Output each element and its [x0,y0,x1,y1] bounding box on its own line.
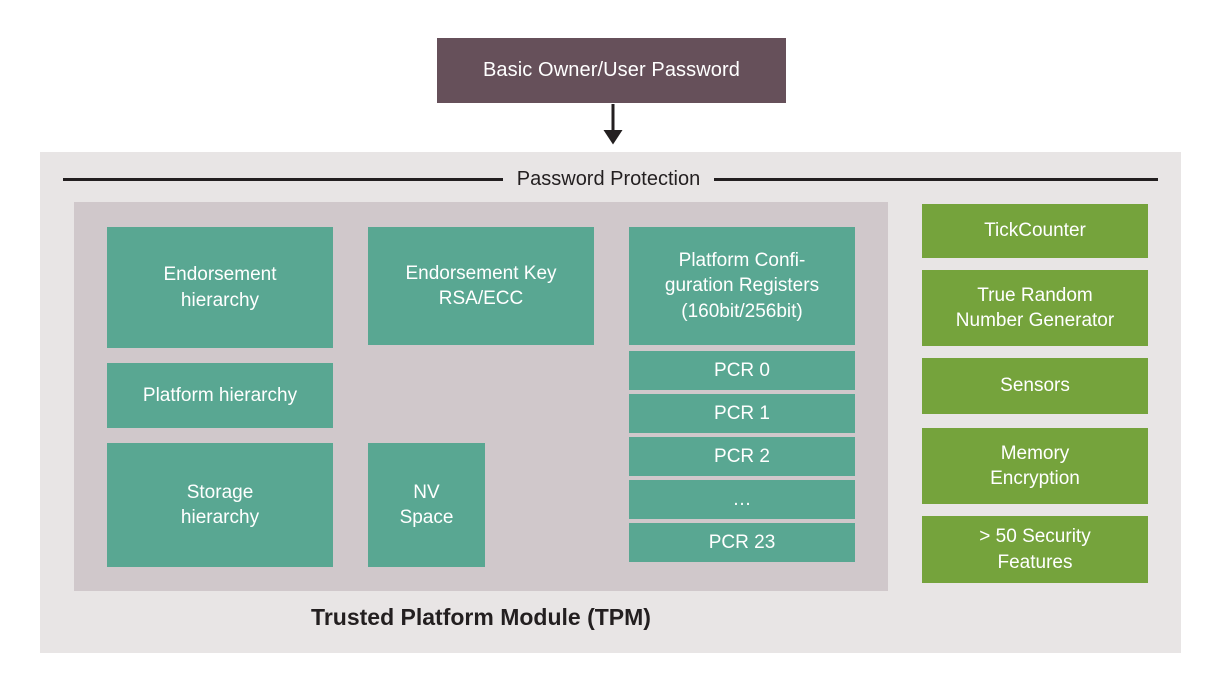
block-platform-hierarchy-text: Platform hierarchy [142,384,298,406]
basic-owner-user-password-label: Basic Owner/User Password [482,59,741,81]
block-tickcounter: TickCounter [922,204,1148,258]
block-platform-configuration-registers: Platform Confi-guration Registers (160bit… [629,227,855,345]
pcr-row-label: … [732,488,752,510]
block-50-security-features: > 50 Security Features [922,516,1148,583]
block-platform-hierarchy: Platform hierarchy [107,363,333,428]
pcr-row: PCR 0 [629,351,855,390]
pcr-row-ellipsis: … [629,480,855,519]
pcr-row-label: PCR 1 [714,402,770,424]
basic-owner-user-password-box: Basic Owner/User Password [437,38,786,103]
pcr-row-label: PCR 2 [714,445,770,467]
block-storage-hierarchy-text: Storage hierarchy [180,481,260,528]
block-storage-hierarchy: Storage hierarchy [107,443,333,567]
block-tickcounter-text: TickCounter [984,220,1086,242]
block-nv-space: NV Space [368,443,485,567]
block-50-security-features-text: > 50 Security Features [979,526,1091,573]
block-endorsement-hierarchy: Endorsement hierarchy [107,227,333,348]
password-protection-label: Password Protection [516,167,701,190]
diagram-canvas: Basic Owner/User Password Password Prote… [0,0,1220,688]
pcr-row: PCR 2 [629,437,855,476]
header-rule-left [62,177,503,181]
block-memory-encryption-text: Memory Encryption [990,442,1080,489]
pcr-row: PCR 23 [629,523,855,562]
pcr-column: Platform Confi-guration Registers (160bit… [629,227,855,567]
header-rule-right [714,177,1159,181]
pcr-row-label: PCR 23 [708,531,776,553]
block-endorsement-key-text: Endorsement Key RSA/ECC [405,262,557,309]
down-arrow-icon [599,104,627,146]
password-protection-header: Password Protection [40,164,1181,194]
block-endorsement-key: Endorsement Key RSA/ECC [368,227,594,345]
tpm-inner-panel: Endorsement hierarchy Platform hierarchy … [74,202,888,591]
pcr-header-text: Platform Confi-guration Registers (160bit… [664,250,820,322]
tpm-outer-panel: Password Protection Endorsement hierarchy… [40,152,1181,653]
block-nv-space-text: NV Space [399,481,454,528]
tpm-caption: Trusted Platform Module (TPM) [74,597,888,637]
block-true-random-number-generator-text: True Random Number Generator [955,284,1115,331]
pcr-row-label: PCR 0 [714,359,770,381]
block-memory-encryption: Memory Encryption [922,428,1148,504]
block-endorsement-hierarchy-text: Endorsement hierarchy [163,264,277,311]
pcr-row: PCR 1 [629,394,855,433]
block-sensors: Sensors [922,358,1148,414]
block-true-random-number-generator: True Random Number Generator [922,270,1148,346]
tpm-caption-label: Trusted Platform Module (TPM) [311,603,651,630]
block-sensors-text: Sensors [1000,375,1070,397]
